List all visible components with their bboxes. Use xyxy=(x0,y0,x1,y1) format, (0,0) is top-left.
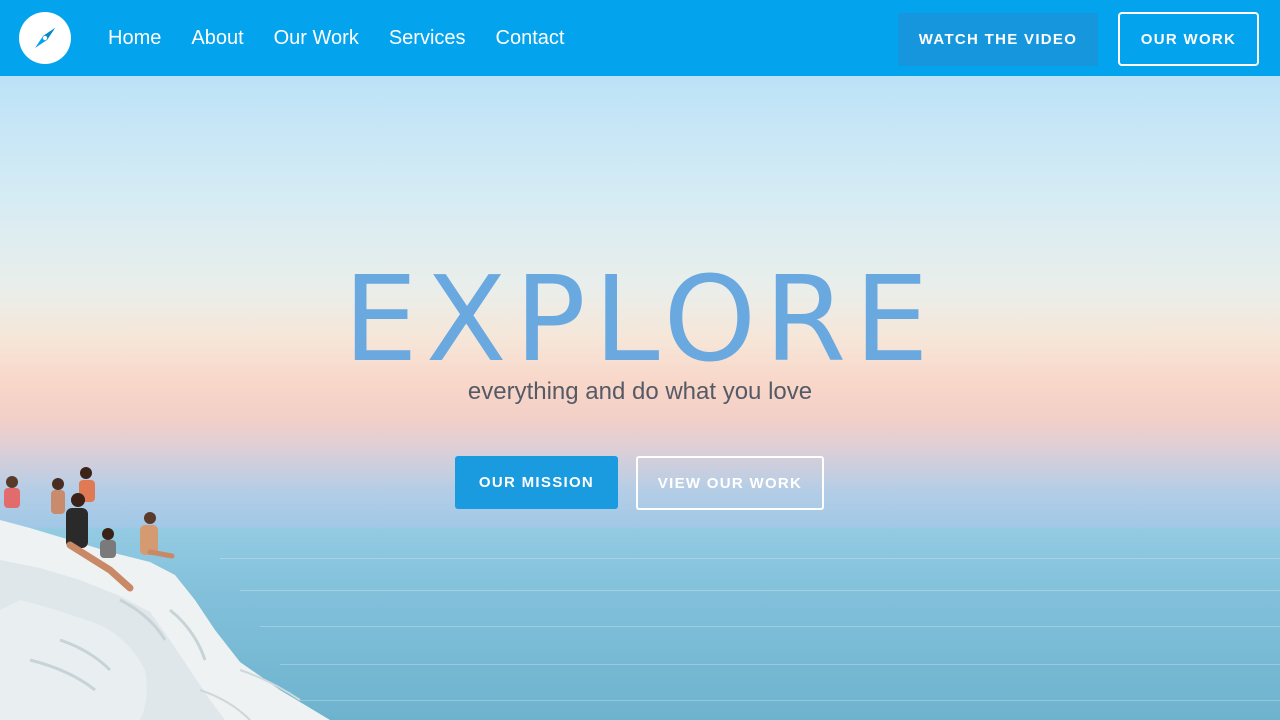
nav-link-contact[interactable]: Contact xyxy=(496,27,565,50)
our-mission-button[interactable]: OUR MISSION xyxy=(455,456,618,509)
top-navbar: Home About Our Work Services Contact WAT… xyxy=(0,0,1280,76)
nav-link-our-work[interactable]: Our Work xyxy=(274,27,359,50)
nav-link-services[interactable]: Services xyxy=(389,27,466,50)
view-our-work-button[interactable]: VIEW OUR WORK xyxy=(636,456,824,510)
nav-link-about[interactable]: About xyxy=(191,27,243,50)
our-work-button[interactable]: OUR WORK xyxy=(1118,12,1259,66)
hero-title: EXPLORE xyxy=(343,250,937,388)
compass-icon xyxy=(35,28,55,48)
watch-video-button[interactable]: WATCH THE VIDEO xyxy=(898,13,1098,66)
page: Home About Our Work Services Contact WAT… xyxy=(0,0,1280,720)
logo[interactable] xyxy=(19,12,71,64)
hero-subtitle: everything and do what you love xyxy=(467,378,813,405)
nav-links: Home About Our Work Services Contact xyxy=(108,0,594,76)
nav-link-home[interactable]: Home xyxy=(108,27,161,50)
